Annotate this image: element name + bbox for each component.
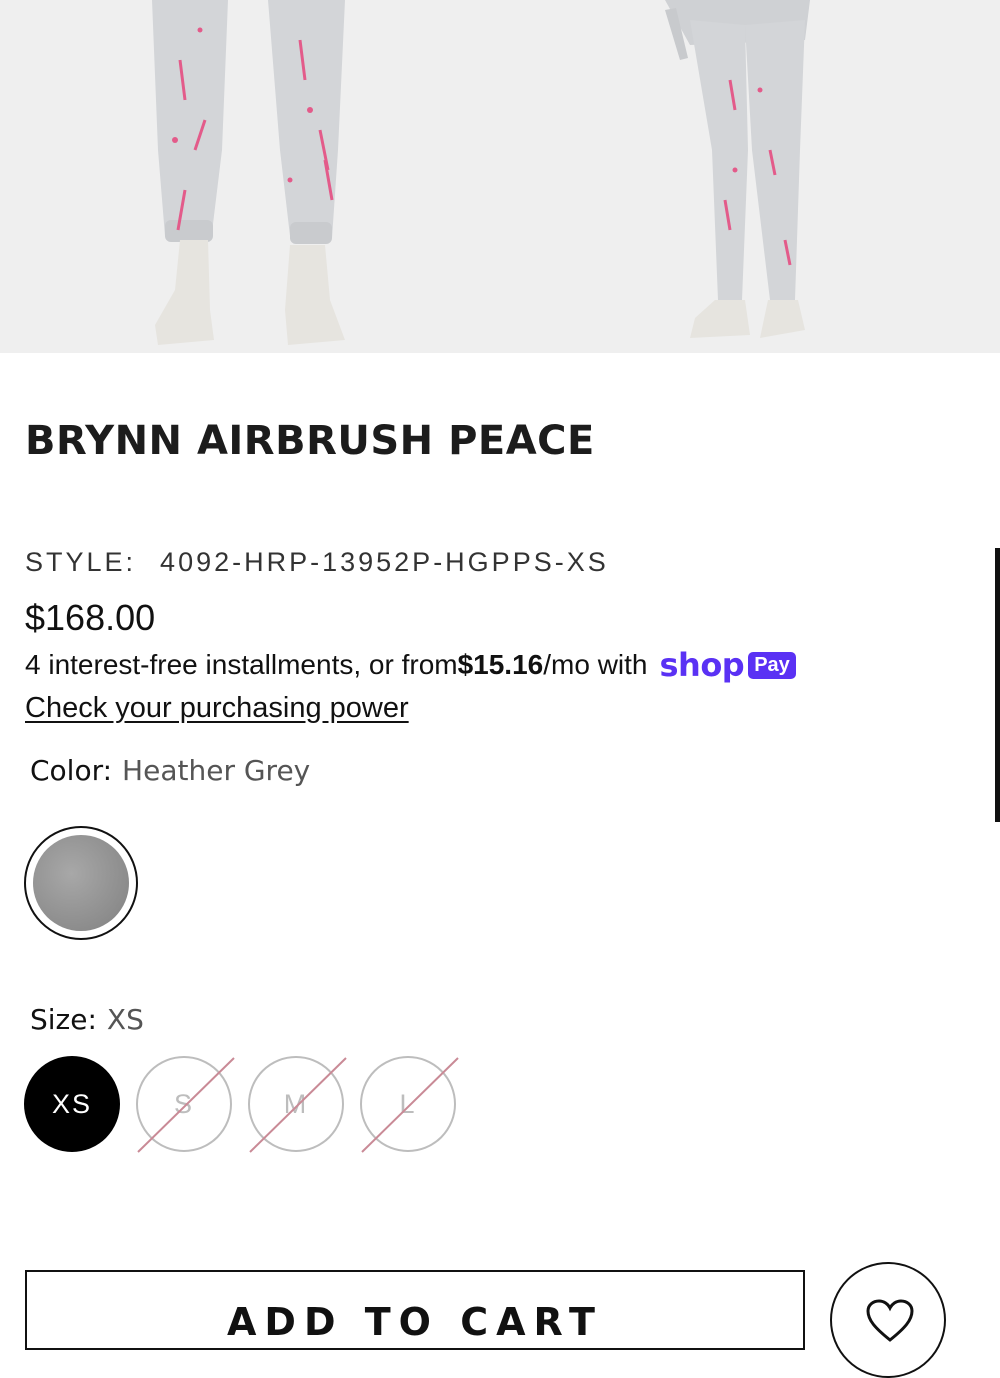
installments-message: 4 interest-free installments, or from $1…: [25, 646, 796, 684]
size-option-s[interactable]: S: [136, 1056, 235, 1153]
style-label: STYLE:: [25, 547, 137, 577]
size-option-label: S: [173, 1088, 194, 1119]
check-purchasing-power-link[interactable]: Check your purchasing power: [25, 692, 409, 725]
size-option-label: XS: [51, 1088, 93, 1119]
size-value: XS: [106, 1003, 144, 1036]
installments-suffix: /mo with: [543, 649, 648, 680]
product-title: BRYNN AIRBRUSH PEACE: [25, 418, 595, 464]
swatch-fill: [33, 835, 129, 931]
color-value: Heather Grey: [122, 754, 311, 787]
size-selection-label: Size: XS: [30, 1003, 144, 1036]
style-value: 4092-HRP-13952P-HGPPS-XS: [160, 547, 609, 577]
color-label: Color:: [30, 754, 113, 787]
size-option-label: M: [283, 1088, 309, 1119]
heart-icon: [866, 1299, 914, 1342]
shop-pay-logo: shop: [659, 646, 745, 684]
installments-text: 4 interest-free installments, or from: [25, 649, 458, 680]
style-row: STYLE: 4092-HRP-13952P-HGPPS-XS: [25, 547, 609, 578]
product-image[interactable]: [0, 0, 1000, 353]
product-photo-illustration: [0, 0, 1000, 353]
wishlist-button[interactable]: [830, 1262, 946, 1378]
color-selection-label: Color: Heather Grey: [30, 754, 310, 787]
scrollbar[interactable]: [995, 548, 1000, 822]
color-swatch-heather-grey[interactable]: [24, 826, 138, 940]
add-to-cart-button[interactable]: ADD TO CART: [25, 1270, 805, 1350]
size-label: Size:: [30, 1003, 97, 1036]
size-option-label: L: [399, 1088, 417, 1119]
size-option-xs[interactable]: XS: [24, 1056, 120, 1152]
size-option-l[interactable]: L: [360, 1056, 459, 1153]
size-option-m[interactable]: M: [248, 1056, 347, 1153]
installments-amount: $15.16: [457, 649, 544, 680]
product-price: $168.00: [25, 597, 156, 638]
shop-pay-badge: Pay: [748, 651, 796, 679]
